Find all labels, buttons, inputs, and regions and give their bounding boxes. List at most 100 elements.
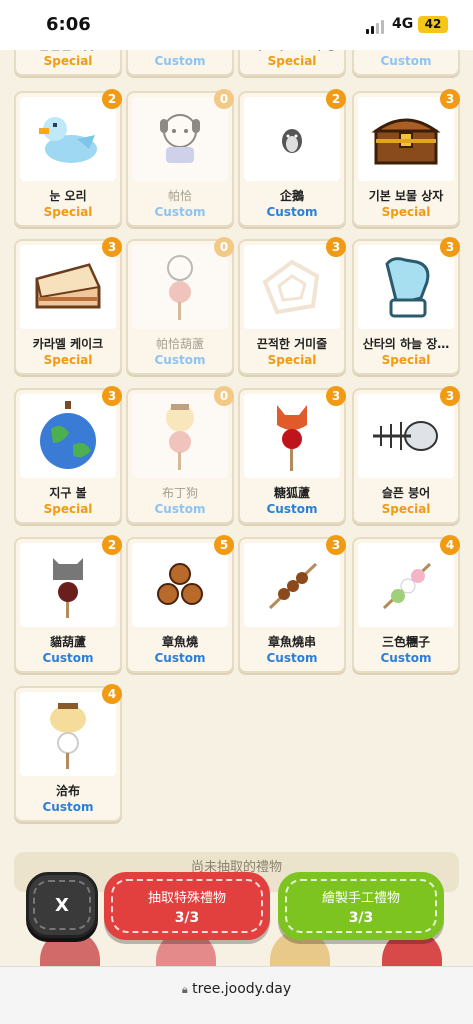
count-badge: 3 (440, 386, 460, 406)
gift-type: Custom (42, 651, 94, 665)
count-badge: 5 (214, 535, 234, 555)
gift-type: Special (43, 502, 93, 516)
gift-name: 貓葫蘆 (49, 635, 86, 649)
cat-candy-icon (20, 543, 116, 627)
count-badge: 3 (102, 386, 122, 406)
gift-card[interactable]: 3 산타의 하늘 장… Special (352, 237, 460, 375)
count-badge: 3 (326, 386, 346, 406)
gift-card[interactable]: 3 糖狐蘆 Custom (238, 386, 346, 524)
count-badge: 3 (326, 237, 346, 257)
browser-url-bar[interactable]: 🔒︎ tree.joody.day (0, 966, 473, 1024)
count-badge: 3 (326, 535, 346, 555)
takoyaki-icon (132, 543, 228, 627)
gift-card[interactable]: 0 帕恰葫蘆 Custom (126, 237, 234, 375)
close-button[interactable]: X (26, 872, 98, 938)
pompompurin-candy-icon (132, 394, 228, 478)
gift-name: 카라멜 케이크 (32, 337, 104, 351)
pochacco-candy-icon (132, 245, 228, 329)
gift-type: Special (43, 353, 93, 367)
draw-special-gift-label: 抽取特殊禮物 (147, 891, 226, 906)
count-badge: 2 (102, 89, 122, 109)
gift-card[interactable]: 3 기본 보물 상자 Special (352, 89, 460, 227)
fish-bone-icon (358, 394, 454, 478)
gift-card[interactable]: 3 끈적한 거미줄 Special (238, 237, 346, 375)
spider-web-icon (244, 245, 340, 329)
count-badge: 4 (440, 535, 460, 555)
gift-name: 洽布 (55, 784, 80, 798)
gift-type: Special (267, 353, 317, 367)
gift-name: 지구 볼 (49, 486, 87, 500)
purin-skewer-icon (20, 692, 116, 776)
gift-card[interactable]: 2 눈 오리 Special (14, 89, 122, 227)
gift-card[interactable]: 3 카라멜 케이크 Special (14, 237, 122, 375)
gift-name: 企鵝 (279, 189, 304, 203)
earth-ball-icon (20, 394, 116, 478)
signal-icon (366, 20, 384, 34)
gift-type: Custom (154, 353, 206, 367)
gift-name: 눈 오리 (49, 189, 87, 203)
pochacco-icon (132, 97, 228, 181)
status-time: 6:06 (46, 14, 91, 35)
gift-card[interactable]: 0 帕恰 Custom (126, 89, 234, 227)
gift-card[interactable]: 5 章魚燒 Custom (126, 535, 234, 673)
gift-type: Special (381, 502, 431, 516)
network-label: 4G (392, 16, 414, 32)
lock-icon: 🔒︎ (181, 983, 188, 996)
close-icon: X (33, 880, 91, 930)
gift-card[interactable]: 3 슬픈 붕어 Special (352, 386, 460, 524)
gift-name: 산타의 하늘 장… (362, 337, 450, 351)
snow-duck-icon (20, 97, 116, 181)
gift-type: Custom (380, 54, 432, 68)
takoyaki-skewer-icon (244, 543, 340, 627)
gift-type: Special (381, 205, 431, 219)
draw-special-gift-button[interactable]: 抽取特殊禮物 3/3 (104, 872, 270, 940)
url-text: 🔒︎ tree.joody.day (181, 981, 292, 997)
gift-card[interactable]: 2 貓葫蘆 Custom (14, 535, 122, 673)
gift-type: Custom (154, 205, 206, 219)
gift-type: Custom (154, 502, 206, 516)
gift-card[interactable]: 2 企鵝 Custom (238, 89, 346, 227)
gift-type: Custom (154, 54, 206, 68)
gift-type: Custom (42, 800, 94, 814)
count-badge: 0 (214, 237, 234, 257)
count-badge: 3 (440, 89, 460, 109)
gift-name: 슬픈 붕어 (381, 486, 431, 500)
gift-name: 章魚燒串 (267, 635, 316, 649)
gift-name: 끈적한 거미줄 (256, 337, 328, 351)
gift-card[interactable]: 0 布丁狗 Custom (126, 386, 234, 524)
caramel-cake-icon (20, 245, 116, 329)
draw-handmade-gift-label: 繪製手工禮物 (321, 891, 400, 906)
count-badge: 0 (214, 386, 234, 406)
gift-card[interactable]: 4 洽布 Custom (14, 684, 122, 822)
status-bar: 6:06 4G 42 (0, 0, 473, 50)
gift-name: 三色糰子 (381, 635, 430, 649)
gift-name: 章魚燒 (161, 635, 198, 649)
count-badge: 3 (102, 237, 122, 257)
count-badge: 2 (326, 89, 346, 109)
gift-card[interactable]: 3 지구 볼 Special (14, 386, 122, 524)
battery-icon: 42 (418, 16, 448, 33)
dango-icon (358, 543, 454, 627)
draw-handmade-gift-button[interactable]: 繪製手工禮物 3/3 (278, 872, 444, 940)
gift-name: 布丁狗 (161, 486, 198, 500)
gift-type: Special (43, 205, 93, 219)
gift-type: Custom (380, 651, 432, 665)
penguin-icon (244, 97, 340, 181)
draw-special-gift-count: 3/3 (174, 910, 200, 926)
gift-type: Special (267, 54, 317, 68)
gift-name: 糖狐蘆 (273, 486, 310, 500)
gift-type: Special (43, 54, 93, 68)
gift-card[interactable]: 4 三色糰子 Custom (352, 535, 460, 673)
draw-handmade-gift-count: 3/3 (348, 910, 374, 926)
gift-type: Custom (154, 651, 206, 665)
treasure-chest-icon (358, 97, 454, 181)
gift-name: 기본 보물 상자 (368, 189, 444, 203)
gift-type: Custom (266, 205, 318, 219)
gift-card[interactable]: 3 章魚燒串 Custom (238, 535, 346, 673)
count-badge: 3 (440, 237, 460, 257)
fox-candy-icon (244, 394, 340, 478)
gift-type: Special (381, 353, 431, 367)
gift-name: 帕恰葫蘆 (155, 337, 204, 351)
count-badge: 4 (102, 684, 122, 704)
gift-type: Custom (266, 651, 318, 665)
